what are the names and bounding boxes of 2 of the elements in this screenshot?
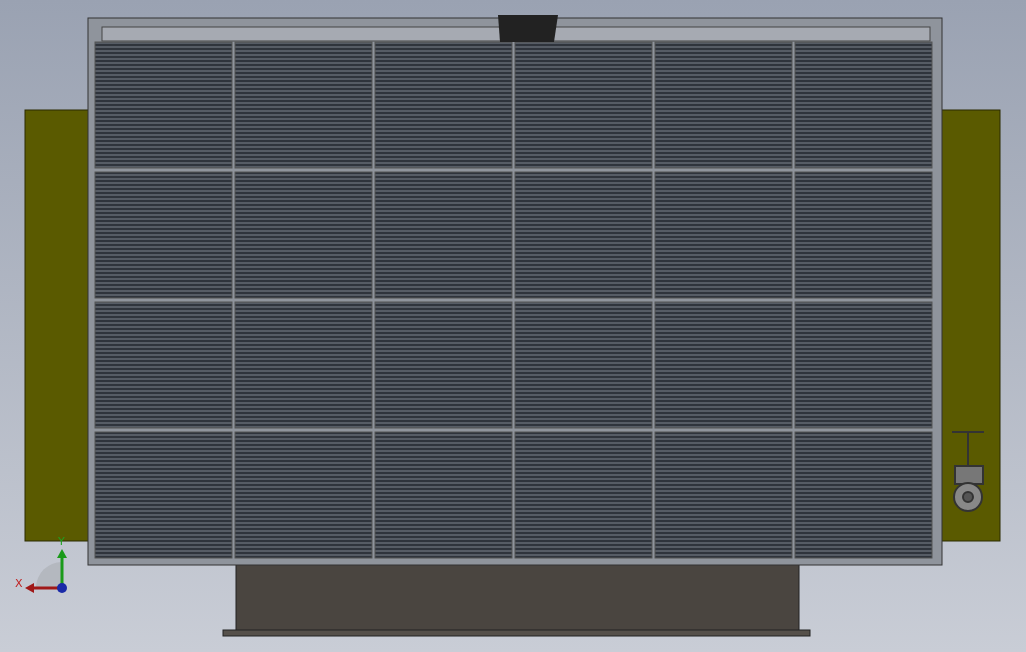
x-axis-label: X [15,577,23,590]
axis-triad-icon [25,549,67,593]
